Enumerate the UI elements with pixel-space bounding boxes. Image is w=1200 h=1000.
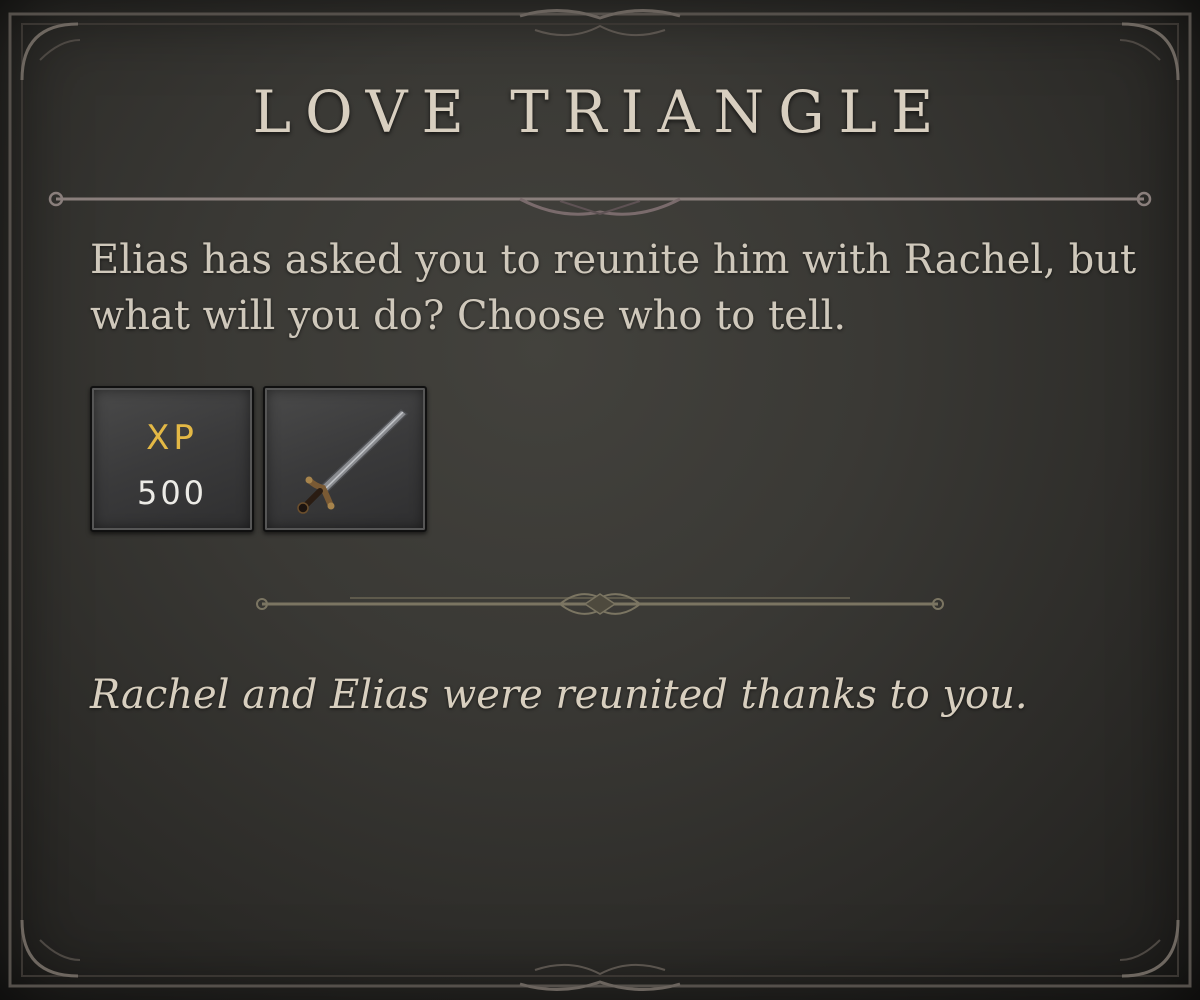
xp-value: 500 bbox=[136, 474, 208, 512]
xp-reward-slot[interactable]: XP 500 bbox=[90, 386, 254, 532]
quest-outcome: Rachel and Elias were reunited thanks to… bbox=[90, 672, 1028, 718]
sword-icon bbox=[297, 409, 409, 514]
item-reward-slot[interactable] bbox=[263, 386, 427, 532]
quest-title: LOVE TRIANGLE bbox=[252, 78, 948, 146]
quest-panel: LOVE TRIANGLE Elias has asked you to reu… bbox=[0, 0, 1200, 1000]
xp-label: XP bbox=[146, 418, 198, 458]
rewards-row: XP 500 bbox=[90, 386, 427, 532]
quest-description: Elias has asked you to reunite him with … bbox=[90, 237, 1137, 339]
